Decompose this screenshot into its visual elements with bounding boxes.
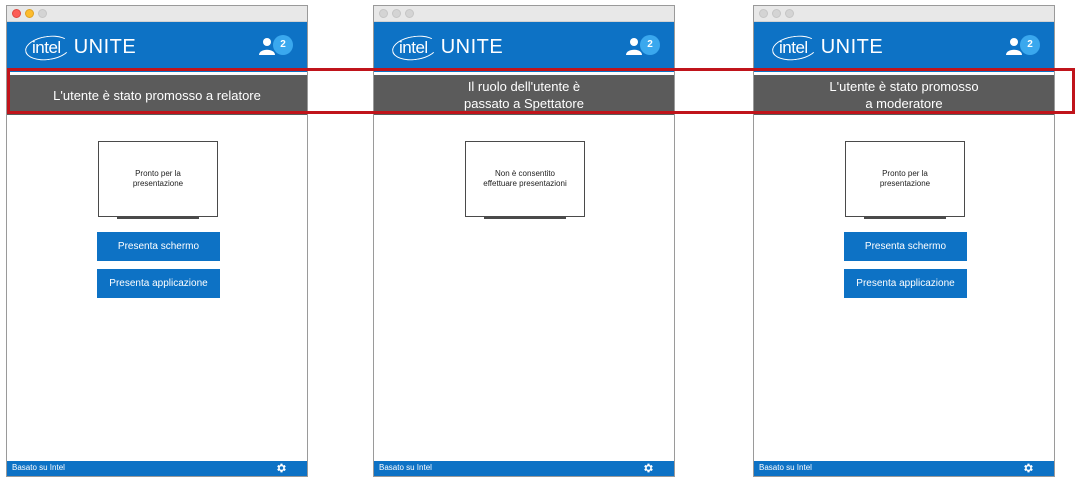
window-titlebar[interactable] xyxy=(7,6,307,22)
participants-button[interactable]: 2 xyxy=(626,35,660,57)
participant-count-badge: 2 xyxy=(1020,35,1040,55)
close-window-button[interactable] xyxy=(12,9,21,18)
close-window-button[interactable] xyxy=(379,9,388,18)
footer-label: Basato su Intel xyxy=(12,463,65,472)
role-change-notification: L'utente è stato promosso a moderatore xyxy=(754,75,1054,115)
zoom-window-button[interactable] xyxy=(38,9,47,18)
present-screen-button[interactable]: Presenta schermo xyxy=(844,232,967,261)
presentation-status-screen: Pronto per la presentazione xyxy=(98,141,218,217)
presentation-status-screen: Non è consentito effettuare presentazion… xyxy=(465,141,585,217)
intel-unite-logo: intel UNITE xyxy=(390,32,504,63)
participants-button[interactable]: 2 xyxy=(259,35,293,57)
intel-logo-mark: intel xyxy=(390,32,440,63)
participant-count-badge: 2 xyxy=(640,35,660,55)
minimize-window-button[interactable] xyxy=(392,9,401,18)
gear-icon[interactable] xyxy=(1022,462,1034,474)
intel-logo-mark: intel xyxy=(23,32,73,63)
role-change-notification: L'utente è stato promosso a relatore xyxy=(7,75,307,115)
zoom-window-button[interactable] xyxy=(785,9,794,18)
screen-stand xyxy=(864,217,946,219)
app-footer: Basato su Intel xyxy=(754,461,1054,476)
app-header: intel UNITE 2 xyxy=(374,22,674,72)
present-screen-button[interactable]: Presenta schermo xyxy=(97,232,220,261)
app-name: UNITE xyxy=(440,36,504,58)
intel-unite-logo: intel UNITE xyxy=(23,32,137,63)
window-titlebar[interactable] xyxy=(754,6,1054,22)
presentation-status-screen: Pronto per la presentazione xyxy=(845,141,965,217)
participant-count-badge: 2 xyxy=(273,35,293,55)
minimize-window-button[interactable] xyxy=(772,9,781,18)
screen-stand xyxy=(117,217,199,219)
zoom-window-button[interactable] xyxy=(405,9,414,18)
app-name: UNITE xyxy=(820,36,884,58)
app-window-moderator: intel UNITE 2 L'utente è stato promosso … xyxy=(753,5,1055,477)
app-window-presenter: intel UNITE 2 L'utente è stato promosso … xyxy=(6,5,308,477)
app-header: intel UNITE 2 xyxy=(754,22,1054,72)
app-header: intel UNITE 2 xyxy=(7,22,307,72)
participants-button[interactable]: 2 xyxy=(1006,35,1040,57)
minimize-window-button[interactable] xyxy=(25,9,34,18)
window-titlebar[interactable] xyxy=(374,6,674,22)
present-application-button[interactable]: Presenta applicazione xyxy=(97,269,220,298)
app-window-spectator: intel UNITE 2 Il ruolo dell'utente è pas… xyxy=(373,5,675,477)
intel-logo-mark: intel xyxy=(770,32,820,63)
close-window-button[interactable] xyxy=(759,9,768,18)
footer-label: Basato su Intel xyxy=(379,463,432,472)
gear-icon[interactable] xyxy=(642,462,654,474)
intel-unite-logo: intel UNITE xyxy=(770,32,884,63)
footer-label: Basato su Intel xyxy=(759,463,812,472)
gear-icon[interactable] xyxy=(275,462,287,474)
app-footer: Basato su Intel xyxy=(7,461,307,476)
role-change-notification: Il ruolo dell'utente è passato a Spettat… xyxy=(374,75,674,115)
app-footer: Basato su Intel xyxy=(374,461,674,476)
present-application-button[interactable]: Presenta applicazione xyxy=(844,269,967,298)
screen-stand xyxy=(484,217,566,219)
app-name: UNITE xyxy=(73,36,137,58)
